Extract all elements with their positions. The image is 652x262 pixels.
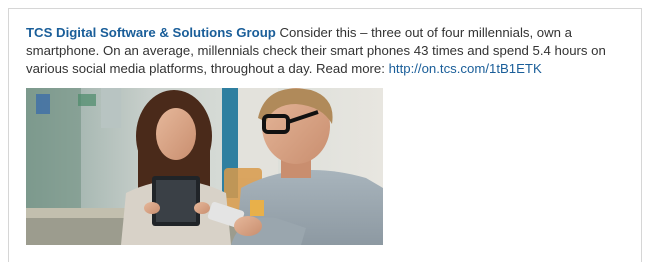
post-text: TCS Digital Software & Solutions Group C… [26, 24, 636, 78]
author-link[interactable]: TCS Digital Software & Solutions Group [26, 25, 276, 40]
read-more-link[interactable]: http://on.tcs.com/1tB1ETK [389, 61, 542, 76]
feed-post-card: TCS Digital Software & Solutions Group C… [8, 8, 642, 262]
photo-illustration [26, 88, 383, 245]
post-image[interactable] [26, 88, 383, 245]
